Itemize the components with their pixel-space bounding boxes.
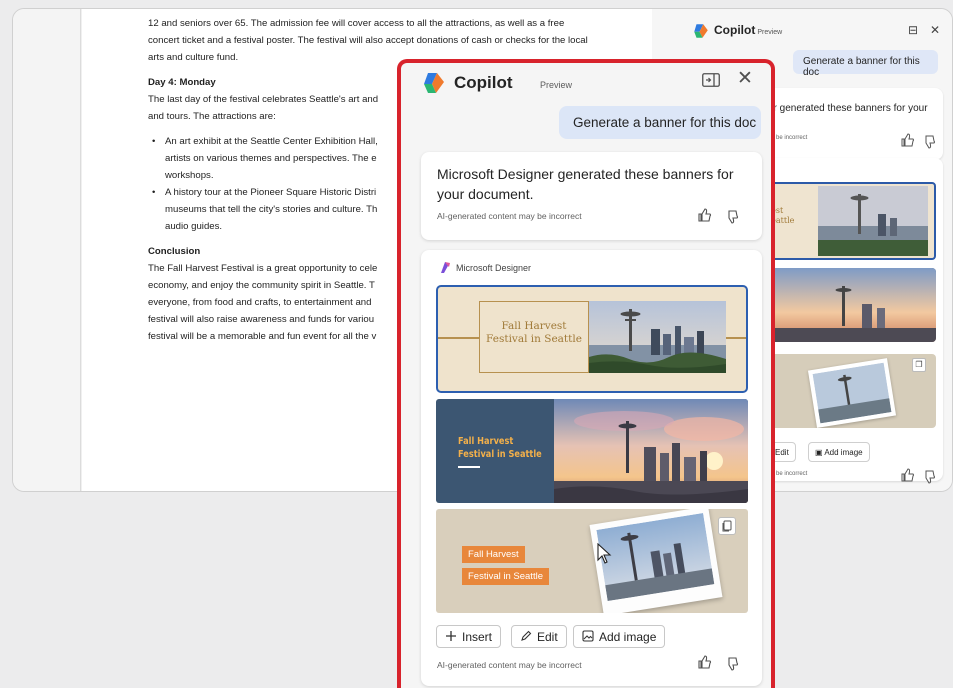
thumbs-down-icon[interactable] xyxy=(724,209,740,225)
image-icon xyxy=(582,630,594,642)
seattle-skyline-image xyxy=(589,301,726,373)
banner-option-2[interactable]: Fall Harvest Festival in Seattle xyxy=(436,399,748,503)
sunset-skyline-image xyxy=(752,268,936,342)
banner-option-3[interactable]: Fall Harvest Festival in Seattle xyxy=(436,509,748,613)
background-add-image-button[interactable]: ▣ Add image xyxy=(808,442,870,462)
close-icon[interactable]: ✕ xyxy=(737,69,753,89)
copilot-logo-icon xyxy=(694,24,708,38)
close-icon[interactable]: ✕ xyxy=(930,23,940,37)
copilot-logo-icon xyxy=(424,73,444,93)
plus-icon xyxy=(446,631,456,641)
thumbs-down-icon[interactable] xyxy=(724,656,740,672)
polaroid-image xyxy=(807,358,897,428)
mouse-cursor-icon xyxy=(597,543,612,564)
sunset-skyline-image xyxy=(554,399,748,503)
banner-option-1[interactable]: Fall Harvest Festival in Seattle xyxy=(436,285,748,393)
thumbs-down-icon[interactable] xyxy=(921,469,937,485)
copilot-panel: Copilot Preview ✕ Generate a banner for … xyxy=(397,59,775,688)
insert-button[interactable]: Insert xyxy=(436,625,502,648)
panel-title: Copilot xyxy=(454,73,513,92)
user-prompt-bubble: Generate a banner for this doc xyxy=(559,106,761,139)
pencil-icon xyxy=(521,630,532,641)
banner-tag: Fall Harvest xyxy=(462,546,525,563)
thumbs-up-icon[interactable] xyxy=(900,467,916,483)
response-text: Microsoft Designer generated these banne… xyxy=(437,166,734,202)
edit-button[interactable]: Edit xyxy=(511,625,567,648)
dock-pane-icon[interactable] xyxy=(702,73,720,87)
banner-title: Fall Harvest Festival in Seattle xyxy=(486,320,582,345)
thumbs-up-icon[interactable] xyxy=(697,207,713,223)
background-banner-1: arvest n Seattle xyxy=(752,182,936,260)
dock-icon[interactable]: ⊟ xyxy=(908,23,918,37)
response-card: Microsoft Designer generated these banne… xyxy=(421,152,762,240)
background-banner-2 xyxy=(752,268,936,342)
ai-disclaimer: AI-generated content may be incorrect xyxy=(437,211,582,221)
banner-title: Fall Harvest Festival in Seattle xyxy=(458,436,542,460)
seattle-skyline-image xyxy=(818,186,928,256)
copy-icon[interactable]: ❐ xyxy=(912,358,926,372)
ai-disclaimer: AI-generated content may be incorrect xyxy=(437,660,582,670)
thumbs-up-icon[interactable] xyxy=(697,654,713,670)
word-left-margin xyxy=(13,9,81,491)
background-banner-3: attle ❐ xyxy=(752,354,936,428)
background-pane-title: Copilot Preview xyxy=(714,23,783,37)
copy-icon[interactable] xyxy=(718,517,736,535)
designer-card: Microsoft Designer Fall Harvest Festival … xyxy=(421,250,762,686)
background-prompt-bubble: Generate a banner for this doc xyxy=(793,50,938,78)
thumbs-up-icon[interactable] xyxy=(900,132,916,148)
thumbs-down-icon[interactable] xyxy=(921,134,937,150)
designer-label: Microsoft Designer xyxy=(456,263,532,273)
banner-tag: Festival in Seattle xyxy=(462,568,549,585)
microsoft-designer-icon xyxy=(441,262,450,273)
add-image-button[interactable]: Add image xyxy=(573,625,666,648)
preview-badge: Preview xyxy=(540,80,573,90)
